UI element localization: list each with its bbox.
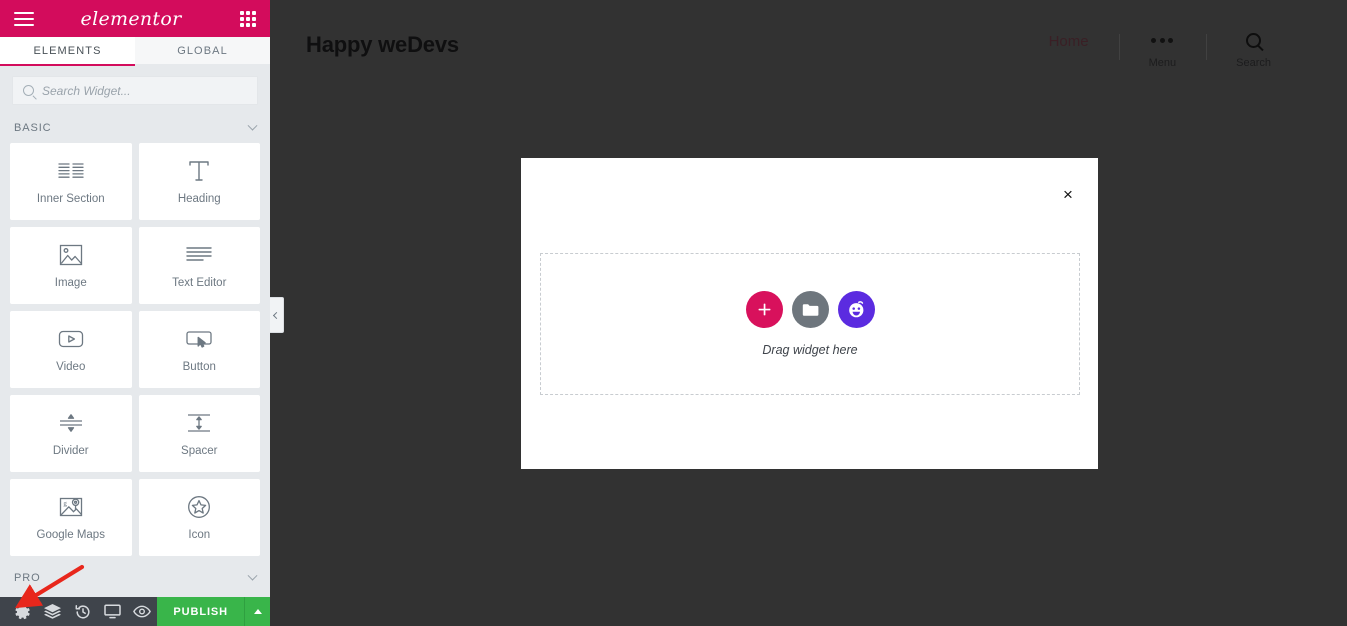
widget-label: Divider <box>52 445 89 457</box>
panel-header: elementor <box>0 0 270 37</box>
site-nav: Home Menu Search <box>1019 32 1301 69</box>
plus-icon <box>758 303 770 316</box>
publish-group: PUBLISH <box>157 597 270 626</box>
widget-icon[interactable]: Icon <box>138 479 260 556</box>
widget-label: Inner Section <box>36 193 105 205</box>
widget-text-editor[interactable]: Text Editor <box>138 227 260 304</box>
happy-addons-button[interactable] <box>837 291 875 328</box>
panel-search-wrap <box>0 66 270 113</box>
nav-item-search[interactable]: Search <box>1206 32 1301 69</box>
widget-label: Heading <box>177 193 221 205</box>
spacer-icon <box>186 410 212 436</box>
tab-global[interactable]: GLOBAL <box>135 37 270 66</box>
search-icon <box>1246 33 1262 48</box>
panel-footer-toolbar: PUBLISH <box>0 597 270 626</box>
section-title-pro: PRO <box>14 572 41 584</box>
chevron-left-icon <box>272 311 281 319</box>
history-button[interactable] <box>68 597 98 626</box>
widget-label: Spacer <box>181 445 218 457</box>
editor-panel: elementor ELEMENTS GLOBAL BASIC <box>0 0 284 626</box>
widget-grid: Inner Section Heading Image Text Editor … <box>0 143 270 556</box>
chevron-down-icon <box>247 570 258 581</box>
add-section-button[interactable] <box>745 291 783 328</box>
widget-inner-section[interactable]: Inner Section <box>10 143 132 220</box>
widget-google-maps[interactable]: g Google Maps <box>10 479 132 556</box>
widget-label: Icon <box>188 529 211 541</box>
dropzone-hint: Drag widget here <box>762 343 858 357</box>
section-header-basic[interactable]: BASIC <box>0 113 270 143</box>
widget-spacer[interactable]: Spacer <box>138 395 260 472</box>
publish-button[interactable]: PUBLISH <box>157 597 244 626</box>
widget-button[interactable]: Button <box>138 311 260 388</box>
dropzone-actions <box>745 291 875 328</box>
text-editor-icon <box>186 242 212 268</box>
search-widget-box[interactable] <box>12 76 258 105</box>
section-header-pro[interactable]: PRO <box>0 563 270 593</box>
add-section-modal: × Drag widget here <box>521 158 1098 469</box>
layers-icon <box>44 604 62 619</box>
widget-video[interactable]: Video <box>10 311 132 388</box>
search-icon <box>23 85 34 96</box>
folder-icon <box>802 303 818 316</box>
grid-icon[interactable] <box>239 10 256 27</box>
history-icon <box>75 604 90 618</box>
widget-label: Button <box>182 361 216 373</box>
widget-dropzone[interactable]: Drag widget here <box>540 253 1080 395</box>
close-icon[interactable]: × <box>1057 183 1079 205</box>
button-icon <box>186 326 212 352</box>
site-header: Happy weDevs Home Menu Search <box>270 0 1347 95</box>
monitor-icon <box>104 604 121 619</box>
elementor-editor: Happy weDevs Home Menu Search × Drag wid… <box>0 0 1347 626</box>
chevron-down-icon <box>247 120 258 131</box>
tab-elements[interactable]: ELEMENTS <box>0 37 135 66</box>
add-template-button[interactable] <box>791 291 829 328</box>
star-icon <box>187 494 211 520</box>
preview-button[interactable] <box>128 597 158 626</box>
gear-icon <box>15 604 30 619</box>
settings-button[interactable] <box>8 597 38 626</box>
publish-options-button[interactable] <box>244 597 270 626</box>
search-input[interactable] <box>42 83 247 98</box>
section-title-basic: BASIC <box>14 122 52 134</box>
inner-section-icon <box>58 158 84 184</box>
happy-face-icon <box>848 301 863 318</box>
nav-item-home[interactable]: Home <box>1019 32 1119 50</box>
caret-up-icon <box>253 609 262 614</box>
nav-item-menu[interactable]: Menu <box>1118 32 1207 69</box>
panel-collapse-handle[interactable] <box>270 297 284 333</box>
site-title: Happy weDevs <box>306 32 459 57</box>
elementor-logo: elementor <box>80 7 182 30</box>
nav-home-label: Home <box>1048 33 1089 50</box>
responsive-mode-button[interactable] <box>98 597 128 626</box>
three-dots-icon <box>1151 32 1174 48</box>
nav-menu-label: Menu <box>1148 57 1177 69</box>
svg-text:g: g <box>63 500 67 508</box>
google-maps-icon: g <box>59 494 83 520</box>
hamburger-icon[interactable] <box>14 11 34 26</box>
video-icon <box>58 326 84 352</box>
widget-label: Video <box>56 361 86 373</box>
heading-icon <box>187 158 211 184</box>
panel-tabs: ELEMENTS GLOBAL <box>0 37 270 66</box>
nav-search-label: Search <box>1236 57 1271 69</box>
widget-label: Image <box>54 277 87 289</box>
widget-label: Text Editor <box>172 277 227 289</box>
image-icon <box>59 242 83 268</box>
divider-icon <box>58 410 84 436</box>
widget-image[interactable]: Image <box>10 227 132 304</box>
widget-divider[interactable]: Divider <box>10 395 132 472</box>
widget-heading[interactable]: Heading <box>138 143 260 220</box>
eye-icon <box>133 605 152 618</box>
preview-canvas[interactable]: Happy weDevs Home Menu Search × Drag wid… <box>270 0 1347 626</box>
navigator-button[interactable] <box>38 597 68 626</box>
widget-label: Google Maps <box>36 529 105 541</box>
widget-list[interactable]: Inner Section Heading Image Text Editor … <box>0 143 270 626</box>
